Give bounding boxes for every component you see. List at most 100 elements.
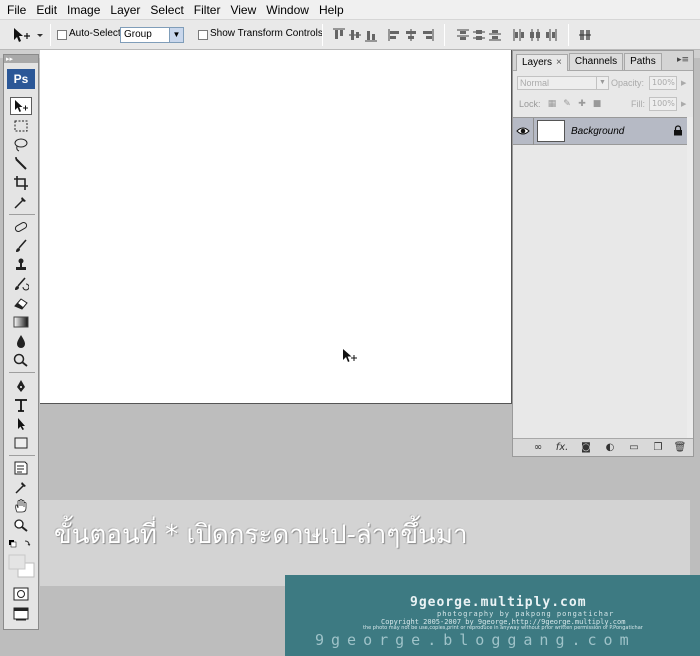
align-vertical-center-icon[interactable]	[348, 28, 362, 42]
blur-tool-icon[interactable]	[10, 332, 32, 350]
move-tool-icon[interactable]	[10, 97, 32, 115]
tutorial-caption: ขั้นตอนที่ * เปิดกระดาษเป-ล่าๆขึ้นมา	[40, 500, 690, 586]
lasso-tool-icon[interactable]	[10, 136, 32, 154]
new-layer-icon[interactable]: ❐	[651, 441, 665, 455]
rectangle-tool-icon[interactable]	[10, 434, 32, 452]
clone-stamp-tool-icon[interactable]	[10, 256, 32, 274]
fill-label: Fill:	[631, 99, 645, 109]
menu-edit[interactable]: Edit	[31, 0, 62, 20]
path-selection-tool-icon[interactable]	[10, 415, 32, 433]
auto-align-layers-icon[interactable]	[578, 28, 592, 42]
options-separator	[568, 24, 569, 46]
eraser-tool-icon[interactable]	[10, 294, 32, 312]
add-mask-icon[interactable]: ◙	[579, 441, 593, 455]
align-right-icon[interactable]	[420, 28, 434, 42]
menu-filter[interactable]: Filter	[189, 0, 226, 20]
distribute-horizontal-center-icon[interactable]	[528, 28, 542, 42]
align-left-icon[interactable]	[388, 28, 402, 42]
menu-layer[interactable]: Layer	[105, 0, 145, 20]
fill-value: 100%	[652, 99, 675, 108]
distribute-left-icon[interactable]	[512, 28, 526, 42]
tab-layers[interactable]: Layers ×	[516, 54, 568, 71]
gradient-tool-icon[interactable]	[10, 313, 32, 331]
panel-menu-icon[interactable]: ▸≡	[677, 55, 689, 65]
default-colors-icon[interactable]	[7, 535, 35, 553]
opacity-value: 100%	[652, 78, 675, 87]
hand-tool-icon[interactable]	[10, 497, 32, 515]
lock-all-icon[interactable]: ■	[591, 98, 603, 110]
tab-paths-label: Paths	[630, 56, 656, 67]
quick-mask-mode-icon[interactable]	[10, 585, 32, 603]
distribute-vertical-center-icon[interactable]	[472, 28, 486, 42]
lock-position-icon[interactable]: ✚	[576, 98, 588, 110]
options-separator	[444, 24, 445, 46]
lock-icon	[673, 125, 683, 139]
dodge-tool-icon[interactable]	[10, 351, 32, 369]
layers-panel-tabs: Layers × Channels Paths ▸≡	[513, 51, 693, 71]
brush-tool-icon[interactable]	[10, 237, 32, 255]
watermark-credit: photography by pakpong pongatichar	[437, 610, 615, 618]
eyedropper-tool-icon[interactable]	[10, 193, 32, 211]
panel-grip[interactable]: ▸▸	[4, 55, 38, 63]
menu-window[interactable]: Window	[261, 0, 314, 20]
align-horizontal-center-icon[interactable]	[404, 28, 418, 42]
tab-channels-label: Channels	[574, 56, 618, 67]
pen-tool-icon[interactable]	[10, 377, 32, 395]
lock-transparent-icon[interactable]: ▦	[546, 98, 558, 110]
type-tool-icon[interactable]	[10, 396, 32, 414]
foreground-background-color-icon[interactable]	[6, 553, 38, 581]
adjustment-layer-icon[interactable]: ◐	[603, 441, 617, 455]
auto-select-label: Auto-Select:	[69, 28, 124, 39]
document-canvas[interactable]	[40, 50, 512, 404]
auto-select-checkbox[interactable]	[57, 30, 67, 40]
blend-mode-dropdown[interactable]: Normal ▼	[517, 76, 609, 90]
align-top-icon[interactable]	[332, 28, 346, 42]
menu-help[interactable]: Help	[314, 0, 349, 20]
link-layers-icon[interactable]: ∞	[531, 441, 545, 455]
chevron-down-icon: ▼	[169, 28, 183, 42]
marquee-tool-icon[interactable]	[10, 117, 32, 135]
eyedropper-sample-tool-icon[interactable]	[10, 478, 32, 496]
layer-name: Background	[571, 126, 625, 137]
notes-tool-icon[interactable]	[10, 459, 32, 477]
opacity-slider-arrow-icon[interactable]: ▶	[681, 76, 689, 90]
eye-icon[interactable]	[516, 124, 530, 138]
fill-slider-arrow-icon[interactable]: ▶	[681, 97, 689, 111]
distribute-bottom-icon[interactable]	[488, 28, 502, 42]
menu-file[interactable]: File	[2, 0, 31, 20]
layers-scrollbar[interactable]	[687, 117, 693, 439]
close-icon[interactable]: ×	[556, 57, 562, 68]
layer-style-icon[interactable]: fx.	[555, 441, 569, 455]
show-transform-checkbox[interactable]	[198, 30, 208, 40]
magic-wand-tool-icon[interactable]	[10, 155, 32, 173]
tab-channels[interactable]: Channels	[568, 53, 624, 70]
distribute-right-icon[interactable]	[544, 28, 558, 42]
healing-brush-tool-icon[interactable]	[10, 218, 32, 236]
opacity-label: Opacity:	[611, 78, 645, 88]
tool-separator	[9, 455, 35, 456]
new-group-icon[interactable]: ▭	[627, 441, 641, 455]
layer-row-background[interactable]: Background	[513, 117, 693, 146]
history-brush-tool-icon[interactable]	[10, 275, 32, 293]
options-separator	[322, 24, 323, 46]
menu-image[interactable]: Image	[62, 0, 105, 20]
opacity-field[interactable]: 100%	[649, 76, 677, 90]
trash-icon[interactable]: 🗑	[673, 441, 687, 455]
zoom-tool-icon[interactable]	[10, 516, 32, 534]
screen-mode-icon[interactable]	[10, 605, 32, 623]
tab-layers-label: Layers	[522, 57, 553, 68]
distribute-top-icon[interactable]	[456, 28, 470, 42]
photoshop-logo[interactable]: Ps	[7, 69, 35, 89]
menu-view[interactable]: View	[225, 0, 261, 20]
blend-opacity-row: Normal ▼ Opacity: 100% ▶	[513, 73, 693, 93]
tool-preset-picker[interactable]	[10, 26, 44, 44]
fill-field[interactable]: 100%	[649, 97, 677, 111]
tab-paths[interactable]: Paths	[624, 53, 662, 70]
move-cursor-icon	[343, 349, 357, 362]
auto-select-dropdown[interactable]: Group ▼	[120, 27, 184, 43]
crop-tool-icon[interactable]	[10, 174, 32, 192]
align-bottom-icon[interactable]	[364, 28, 378, 42]
lock-image-icon[interactable]: ✎	[561, 98, 573, 110]
move-tool-icon	[14, 28, 43, 42]
menu-select[interactable]: Select	[145, 0, 188, 20]
